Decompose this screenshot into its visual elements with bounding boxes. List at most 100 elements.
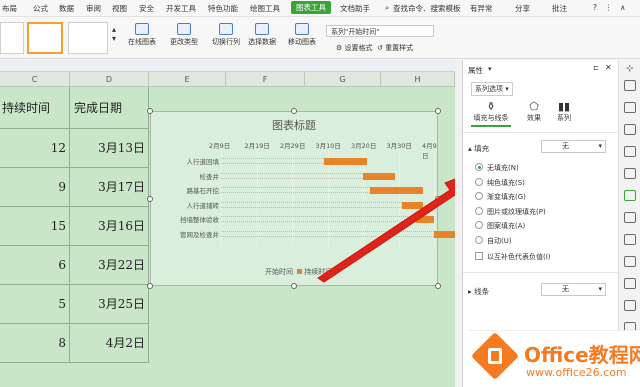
select-icon[interactable]	[624, 80, 636, 91]
cell-finish-date[interactable]: 3月17日	[70, 168, 149, 207]
y-category-label: 路基石开挖	[186, 187, 220, 195]
col-header-h[interactable]: H	[381, 72, 455, 87]
settings-icon[interactable]	[624, 300, 636, 311]
fill-option-radio[interactable]	[475, 177, 483, 186]
col-header-d[interactable]: D	[70, 72, 149, 87]
pin-icon[interactable]: ⊏	[593, 64, 599, 72]
online-chart-button[interactable]: 在线图表	[128, 23, 156, 47]
close-icon[interactable]: ✕	[605, 63, 612, 72]
cell-duration[interactable]: 5	[0, 285, 70, 324]
fill-option-radio[interactable]	[475, 192, 483, 200]
cell-finish-date[interactable]: 4月2日	[70, 324, 149, 363]
cell-duration[interactable]: 9	[0, 168, 70, 207]
cell-header-finish[interactable]: 完成日期	[70, 87, 149, 129]
properties-icon[interactable]	[624, 190, 636, 201]
cell-duration[interactable]: 8	[0, 324, 70, 363]
menu-review[interactable]: 审阅	[86, 3, 101, 14]
chart-style-thumb-1[interactable]	[0, 22, 24, 54]
resize-handle[interactable]	[147, 283, 153, 289]
change-type-button[interactable]: 更改类型	[170, 23, 198, 47]
menu-doc-assistant[interactable]: 文档助手	[340, 3, 370, 14]
set-format-button[interactable]: ⚙ 设置格式	[336, 43, 373, 53]
switch-rowcol-button[interactable]: 切换行列	[212, 23, 240, 47]
table-icon[interactable]	[624, 124, 636, 135]
search-icon[interactable]: ⌕	[385, 3, 389, 13]
more-icon[interactable]: ⋮	[605, 3, 613, 12]
invert-checkbox[interactable]	[475, 252, 483, 260]
col-header-g[interactable]: G	[305, 72, 381, 87]
dropdown-icon[interactable]: ▾	[488, 65, 492, 73]
menu-data[interactable]: 数据	[59, 3, 74, 14]
chart-style-thumb-2[interactable]	[27, 22, 63, 54]
copy-icon[interactable]	[624, 234, 636, 245]
resize-handle[interactable]	[147, 196, 153, 202]
search-command[interactable]: 查找命令、搜索模板	[393, 3, 461, 14]
line-dropdown[interactable]: 无 ▾	[541, 283, 606, 296]
pentagon-icon: ⬠	[529, 100, 539, 113]
menu-layout[interactable]: 布局	[2, 3, 17, 14]
line-section[interactable]: ▸ 线条	[468, 286, 489, 297]
help-icon[interactable]: ?	[593, 3, 597, 12]
fill-dropdown[interactable]: 无 ▾	[541, 140, 606, 153]
menu-developer[interactable]: 开发工具	[166, 3, 196, 14]
resize-handle[interactable]	[147, 108, 153, 114]
col-header-f[interactable]: F	[226, 72, 305, 87]
format-icon[interactable]	[624, 212, 636, 223]
fill-option-radio[interactable]	[475, 235, 483, 244]
picture-icon[interactable]	[624, 256, 636, 267]
chart-style-thumb-3[interactable]	[68, 22, 108, 54]
menu-features[interactable]: 特色功能	[208, 3, 238, 14]
grid-icon[interactable]	[624, 146, 636, 157]
series-select[interactable]: 系列"开始时间"	[326, 25, 434, 37]
fill-option-radio[interactable]	[475, 221, 483, 229]
collapse-icon[interactable]: ⊹	[626, 64, 634, 74]
chart-type-icon	[177, 23, 191, 35]
col-header-e[interactable]: E	[149, 72, 226, 87]
cell-header-duration[interactable]: 持续时间	[0, 87, 70, 129]
cell-finish-date[interactable]: 3月13日	[70, 129, 149, 168]
fill-section[interactable]: ▴ 填充	[468, 143, 489, 154]
chart-title[interactable]: 图表标题	[151, 117, 437, 133]
cell-finish-date[interactable]: 3月22日	[70, 246, 149, 285]
menu-security[interactable]: 安全	[139, 3, 154, 14]
resize-handle[interactable]	[291, 108, 297, 114]
tab-effect[interactable]: ⬠ 效果	[519, 100, 549, 123]
collapse-icon[interactable]: ∧	[620, 3, 626, 12]
mail-icon[interactable]	[624, 278, 636, 289]
fill-option-radio[interactable]	[475, 206, 483, 215]
shape-icon[interactable]	[624, 102, 636, 113]
menu-formula[interactable]: 公式	[33, 3, 48, 14]
menu-chart-tools[interactable]: 图表工具	[291, 1, 331, 14]
chart-icon[interactable]	[624, 168, 636, 179]
x-tick-label: 2月19日	[244, 142, 270, 150]
comment-button[interactable]: 批注	[552, 3, 567, 14]
cell-finish-date[interactable]: 3月25日	[70, 285, 149, 324]
menu-drawing-tools[interactable]: 绘图工具	[250, 3, 280, 14]
cell-duration[interactable]: 12	[0, 129, 70, 168]
y-category-label: 检查井	[199, 172, 220, 181]
tab-fill-line[interactable]: ⚱ 填充与线条	[471, 100, 511, 127]
cell-duration[interactable]: 15	[0, 207, 70, 246]
share-button[interactable]: 分享	[515, 3, 530, 14]
x-tick-label: 3月30日	[386, 142, 412, 150]
ribbon-scroll-icon[interactable]: ▴ ▾	[112, 25, 116, 43]
switch-icon	[219, 23, 233, 35]
formula-bar[interactable]	[0, 60, 455, 72]
tab-series[interactable]: ▮▮ 系列	[549, 100, 579, 123]
move-chart-button[interactable]: 移动图表	[288, 23, 316, 47]
x-tick-label: 2月9日	[209, 142, 231, 150]
reset-style-button[interactable]: ↺ 重置样式	[377, 43, 413, 53]
cell-finish-date[interactable]: 3月16日	[70, 207, 149, 246]
series-options-tab[interactable]: 系列选项 ▾	[471, 82, 513, 96]
cell-duration[interactable]: 6	[0, 246, 70, 285]
fill-option-radio[interactable]	[475, 163, 483, 171]
col-header-c[interactable]: C	[0, 72, 70, 87]
resize-handle[interactable]	[291, 283, 297, 289]
y-category-label: 人行道回填	[186, 158, 220, 166]
bar-chart-icon: ▮▮	[557, 100, 571, 113]
resize-handle[interactable]	[435, 108, 441, 114]
menu-view[interactable]: 视图	[112, 3, 127, 14]
exception-indicator[interactable]: 有异常	[470, 3, 493, 14]
sheet-scrollbar[interactable]	[455, 60, 462, 387]
select-data-button[interactable]: 选择数据	[248, 23, 276, 47]
